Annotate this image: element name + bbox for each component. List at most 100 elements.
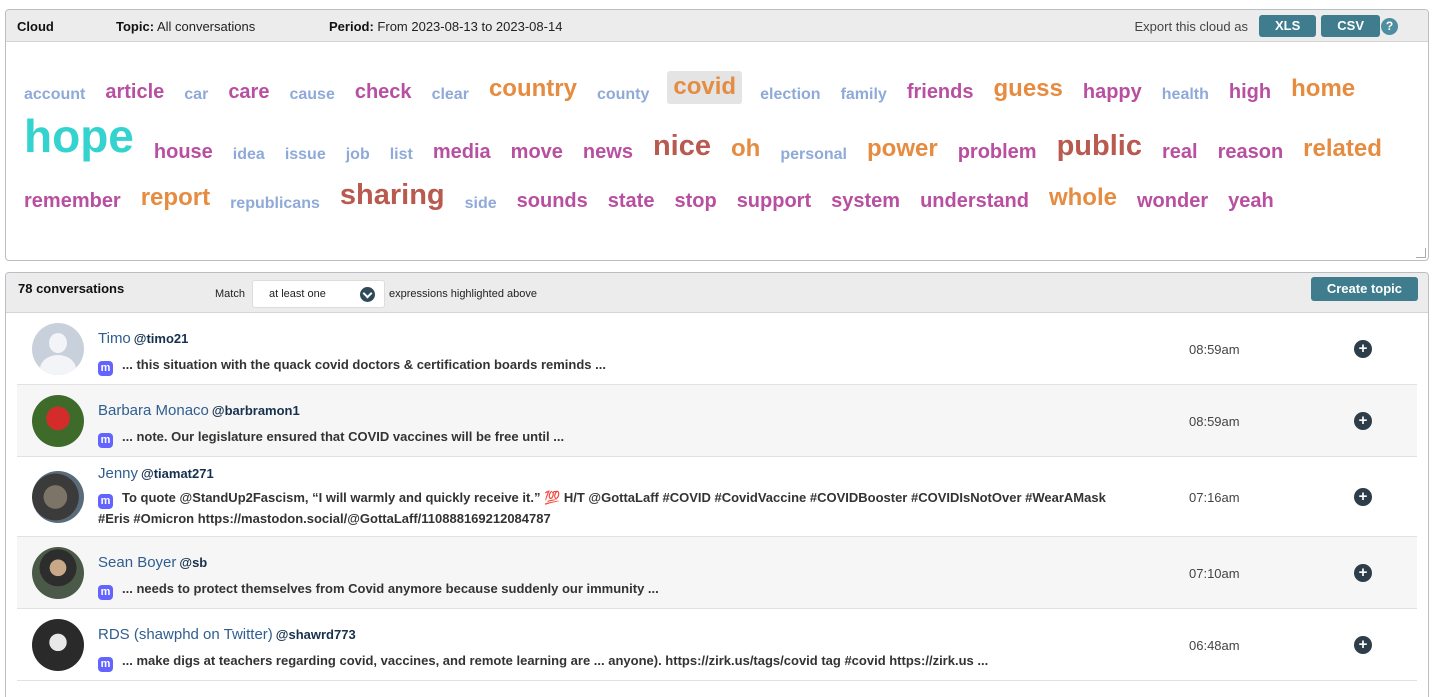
cloud-word-real[interactable]: real	[1160, 140, 1200, 164]
export-xls-button[interactable]: XLS	[1258, 15, 1317, 37]
cloud-word-account[interactable]: account	[22, 85, 87, 104]
cloud-word-stop[interactable]: stop	[672, 189, 718, 213]
author-handle[interactable]: @sb	[179, 555, 207, 570]
add-conversation-icon[interactable]: +	[1354, 636, 1372, 654]
conversation-row[interactable]: Barbara Monaco @barbramon1 m ... note. Our …	[17, 385, 1417, 457]
cloud-word-system[interactable]: system	[829, 189, 902, 213]
cloud-word-side[interactable]: side	[463, 194, 499, 213]
cloud-word-election[interactable]: election	[758, 85, 822, 104]
cloud-word-covid[interactable]: covid	[667, 71, 743, 104]
cloud-word-nice[interactable]: nice	[651, 129, 713, 164]
cloud-word-reason[interactable]: reason	[1216, 140, 1286, 164]
cloud-word-related[interactable]: related	[1301, 135, 1384, 164]
conversation-snippet[interactable]: m To quote @StandUp2Fascism, “I will warm…	[98, 488, 1108, 529]
cloud-word-yeah[interactable]: yeah	[1226, 189, 1276, 213]
man-avatar[interactable]	[32, 547, 84, 599]
cloud-word-understand[interactable]: understand	[918, 189, 1031, 213]
author-name[interactable]: RDS (shawphd on Twitter)	[98, 626, 273, 643]
add-conversation-icon[interactable]: +	[1354, 412, 1372, 430]
cloud-word-cause[interactable]: cause	[287, 85, 336, 104]
add-conversation-icon[interactable]: +	[1354, 340, 1372, 358]
topic-value: All conversations	[156, 19, 256, 34]
add-conversation-icon[interactable]: +	[1354, 564, 1372, 582]
cloud-word-check[interactable]: check	[353, 80, 414, 104]
conversation-row[interactable]: Timo @timo21 m ... this situation with the …	[17, 313, 1417, 385]
cloud-word-personal[interactable]: personal	[778, 145, 849, 164]
help-icon[interactable]: ?	[1381, 18, 1398, 35]
cloud-title: Cloud	[17, 19, 54, 34]
topic-info: Topic: All conversations	[116, 19, 255, 34]
export-group: Export this cloud as XLS CSV	[1135, 15, 1380, 37]
export-csv-button[interactable]: CSV	[1321, 15, 1380, 37]
author-handle[interactable]: @shawrd773	[276, 627, 356, 642]
cloud-word-car[interactable]: car	[182, 85, 210, 104]
conversation-snippet[interactable]: m ... this situation with the quack covid…	[98, 355, 1108, 376]
cloud-row: remember report republicans sharing side soun…	[22, 164, 1402, 213]
conversation-snippet[interactable]: m ... note. Our legislature ensured that …	[98, 427, 1108, 448]
cloud-word-issue[interactable]: issue	[283, 145, 328, 164]
conversation-row[interactable]: Sean Boyer @sb m ... needs to protect thems…	[17, 537, 1417, 609]
cloud-word-state[interactable]: state	[606, 189, 657, 213]
cloud-word-home[interactable]: home	[1289, 75, 1357, 104]
cloud-word-high[interactable]: high	[1227, 80, 1273, 104]
snippet-text: ... make digs at teachers regarding covi…	[122, 653, 989, 668]
cloud-word-idea[interactable]: idea	[231, 145, 267, 164]
author-name[interactable]: Timo	[98, 330, 131, 347]
cloud-word-hope[interactable]: hope	[22, 109, 136, 164]
match-description: expressions highlighted above	[389, 288, 537, 300]
conversation-time: 08:59am	[1189, 341, 1240, 357]
author-handle[interactable]: @timo21	[134, 331, 189, 346]
author-handle[interactable]: @tiamat271	[141, 466, 214, 481]
author-handle[interactable]: @barbramon1	[212, 403, 300, 418]
default-avatar[interactable]	[32, 323, 84, 375]
cloud-word-guess[interactable]: guess	[992, 75, 1065, 104]
conversation-row[interactable]: Jenny @tiamat271 m To quote @StandUp2Fascis…	[17, 457, 1417, 537]
word-cloud-words: account article car care cause check clear coun…	[22, 55, 1402, 213]
conversation-snippet[interactable]: m ... make digs at teachers regarding cov…	[98, 651, 1108, 672]
word-cloud: account article car care cause check clear coun…	[6, 42, 1428, 260]
create-topic-button[interactable]: Create topic	[1310, 277, 1418, 301]
cat-avatar[interactable]	[32, 471, 84, 523]
cloud-word-remember[interactable]: remember	[22, 189, 123, 213]
add-conversation-icon[interactable]: +	[1354, 488, 1372, 506]
cloud-word-move[interactable]: move	[509, 140, 565, 164]
cloud-word-house[interactable]: house	[152, 140, 215, 164]
resize-handle[interactable]	[1416, 248, 1426, 258]
cloud-word-friends[interactable]: friends	[905, 80, 976, 104]
mastodon-icon: m	[98, 361, 113, 376]
cloud-word-problem[interactable]: problem	[956, 140, 1039, 164]
cloud-word-article[interactable]: article	[103, 80, 166, 104]
match-select-value: at least one	[269, 288, 326, 300]
cloud-word-power[interactable]: power	[865, 135, 940, 164]
conversation-row[interactable]: RDS (shawphd on Twitter) @shawrd773 m ... m…	[17, 609, 1417, 681]
cloud-word-news[interactable]: news	[581, 140, 635, 164]
cloud-word-sharing[interactable]: sharing	[338, 178, 447, 213]
mastodon-icon: m	[98, 585, 113, 600]
cloud-word-media[interactable]: media	[431, 140, 493, 164]
cloud-word-wonder[interactable]: wonder	[1135, 189, 1210, 213]
cloud-word-family[interactable]: family	[839, 85, 889, 104]
conversation-snippet[interactable]: m ... needs to protect themselves from Co…	[98, 579, 1108, 600]
snippet-text: ... this situation with the quack covid …	[122, 357, 606, 372]
author-name[interactable]: Jenny	[98, 465, 138, 482]
cloud-word-country[interactable]: country	[487, 75, 579, 104]
cloud-word-oh[interactable]: oh	[729, 135, 762, 164]
cloud-word-republicans[interactable]: republicans	[228, 194, 322, 213]
cloud-word-health[interactable]: health	[1160, 85, 1211, 104]
cloud-word-care[interactable]: care	[226, 80, 271, 104]
cloud-word-clear[interactable]: clear	[430, 85, 471, 104]
cloud-word-whole[interactable]: whole	[1047, 184, 1119, 213]
cloud-word-support[interactable]: support	[735, 189, 813, 213]
cloud-word-list[interactable]: list	[388, 145, 415, 164]
author-name[interactable]: Sean Boyer	[98, 554, 176, 571]
cloud-word-public[interactable]: public	[1055, 129, 1144, 164]
cloud-word-county[interactable]: county	[595, 85, 651, 104]
match-select[interactable]: at least one	[252, 280, 385, 308]
bw-photo-avatar[interactable]	[32, 619, 84, 671]
cloud-word-job[interactable]: job	[344, 145, 372, 164]
author-name[interactable]: Barbara Monaco	[98, 402, 209, 419]
cloud-word-sounds[interactable]: sounds	[515, 189, 590, 213]
cloud-word-report[interactable]: report	[139, 184, 212, 213]
cloud-word-happy[interactable]: happy	[1081, 80, 1144, 104]
cardinal-bird-avatar[interactable]	[32, 395, 84, 447]
